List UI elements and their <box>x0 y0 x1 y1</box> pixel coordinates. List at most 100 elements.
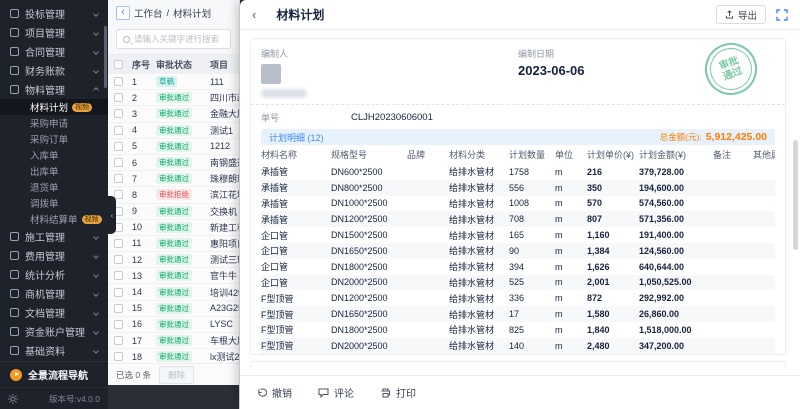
select-all-checkbox[interactable] <box>114 60 123 69</box>
sidebar-submenu-item[interactable]: 调拨单 <box>0 195 108 211</box>
search-area <box>108 26 239 54</box>
cell-category: 给排水管材 <box>449 181 509 194</box>
analytics-icon <box>10 270 19 279</box>
flow-nav-icon <box>10 369 22 381</box>
list-row[interactable]: 3 审批通过 金融大厦采 <box>108 106 239 122</box>
row-checkbox[interactable] <box>114 255 123 264</box>
list-row[interactable]: 7 审批通过 珠穆朗玛峰 <box>108 171 239 187</box>
list-row[interactable]: 8 审批拒绝 滨江花城10 <box>108 187 239 203</box>
list-row[interactable]: 1 草稿 111 <box>108 74 239 90</box>
row-checkbox[interactable] <box>114 288 123 297</box>
row-checkbox[interactable] <box>114 158 123 167</box>
row-checkbox[interactable] <box>114 239 123 248</box>
row-checkbox[interactable] <box>114 304 123 313</box>
cell-name: 企口管 <box>261 229 331 242</box>
row-project: 金融大厦采 <box>210 107 239 120</box>
list-row[interactable]: 6 审批通过 南钢盛达大 <box>108 155 239 171</box>
sidebar-group-item[interactable]: 统计分析 <box>0 265 108 284</box>
row-checkbox[interactable] <box>114 142 123 151</box>
row-status: 审批通过 <box>156 222 210 233</box>
sidebar-groups-bottom: 施工管理 费用管理 统计分析 <box>0 227 108 361</box>
row-checkbox[interactable] <box>114 77 123 86</box>
cell-amount: 26,860.00 <box>639 309 713 319</box>
detail-col-header: 备注 <box>713 148 753 161</box>
sidebar-group-item[interactable]: 商机管理 <box>0 284 108 303</box>
list-row[interactable]: 12 审批通过 测试三环路 <box>108 252 239 268</box>
detail-row: 企口管 DN1800*2500 给排水管材 394 m 1,626 640,64… <box>261 259 775 275</box>
cell-name: 企口管 <box>261 276 331 289</box>
undo-button[interactable]: 撤销 <box>256 385 292 400</box>
sidebar-submenu-item[interactable]: 采购申请 <box>0 115 108 131</box>
row-checkbox[interactable] <box>114 271 123 280</box>
row-checkbox[interactable] <box>114 336 123 345</box>
detail-scrollbar[interactable] <box>793 140 798 250</box>
list-row[interactable]: 10 审批通过 新建工程-项 <box>108 220 239 236</box>
fullscreen-icon[interactable] <box>776 9 788 21</box>
list-row[interactable]: 5 审批通过 1212 <box>108 139 239 155</box>
sidebar-group-item[interactable]: 物料管理 <box>0 80 108 99</box>
list-row[interactable]: 17 审批通过 车根大厦 <box>108 333 239 349</box>
cell-category: 给排水管材 <box>449 197 509 210</box>
cell-spec: DN1200*2500 <box>331 214 407 224</box>
list-row[interactable]: 4 审批通过 测试1 <box>108 123 239 139</box>
sidebar-collapse-handle[interactable]: ‹ <box>108 196 116 234</box>
flow-navigation[interactable]: 全景流程导航 <box>0 361 108 387</box>
sidebar-group-label: 合同管理 <box>25 44 65 59</box>
detail-back-icon[interactable]: ‹ <box>252 7 256 22</box>
row-checkbox[interactable] <box>114 93 123 102</box>
sidebar-item-material-plan[interactable]: 材料计划 视频 <box>0 99 108 115</box>
row-checkbox[interactable] <box>114 109 123 118</box>
search-input[interactable] <box>134 34 224 44</box>
sidebar-group-item[interactable]: 基础资料 <box>0 341 108 360</box>
back-button[interactable]: ‹ <box>116 6 130 20</box>
row-index: 8 <box>132 190 156 200</box>
sidebar-submenu-item[interactable]: 入库单 <box>0 147 108 163</box>
sidebar-group-item[interactable]: 合同管理 <box>0 42 108 61</box>
list-rows: 1 草稿 111 2 审批通过 四川市政项 3 审批通过 金融大厦采 <box>108 74 239 363</box>
sidebar-submenu-item[interactable]: 采购订单 <box>0 131 108 147</box>
list-row[interactable]: 15 审批通过 A23G2511 <box>108 301 239 317</box>
cell-price: 1,160 <box>587 230 639 240</box>
sidebar-scrollbar[interactable] <box>104 26 107 88</box>
cell-name: 承插管 <box>261 181 331 194</box>
cell-qty: 825 <box>509 325 555 335</box>
video-badge: 视频 <box>72 103 92 112</box>
list-row[interactable]: 16 审批通过 LYSC <box>108 317 239 333</box>
breadcrumb-home[interactable]: 工作台 <box>134 6 163 20</box>
list-row[interactable]: 11 审批通过 惠阳项目 <box>108 236 239 252</box>
row-checkbox[interactable] <box>114 126 123 135</box>
row-status: 审批通过 <box>156 173 210 184</box>
list-row[interactable]: 2 审批通过 四川市政项 <box>108 90 239 106</box>
sidebar-groups-top: 投标管理 项目管理 合同管理 <box>0 4 108 99</box>
basedata-icon <box>10 346 19 355</box>
cell-category: 给排水管材 <box>449 339 509 352</box>
sidebar-group-item[interactable]: 项目管理 <box>0 23 108 42</box>
gear-icon[interactable] <box>8 394 18 404</box>
list-row[interactable]: 13 审批通过 官牛牛 <box>108 268 239 284</box>
sidebar-group-item[interactable]: 财务账款 <box>0 61 108 80</box>
sidebar-submenu-item[interactable]: 出库单 <box>0 163 108 179</box>
list-row[interactable]: 18 审批通过 lx测试2 <box>108 349 239 363</box>
row-checkbox[interactable] <box>114 320 123 329</box>
print-button[interactable]: 打印 <box>380 385 416 400</box>
sidebar-group-item[interactable]: 费用管理 <box>0 246 108 265</box>
row-project: 车根大厦 <box>210 334 239 347</box>
delete-button[interactable]: 删除 <box>159 366 194 384</box>
sidebar-item-material-settlement[interactable]: 材料结算单 视频 <box>0 211 108 227</box>
cell-unit: m <box>555 262 587 272</box>
sidebar-submenu-item[interactable]: 退货单 <box>0 179 108 195</box>
row-checkbox[interactable] <box>114 352 123 361</box>
total-value: 5,912,425.00 <box>706 131 767 143</box>
list-row[interactable]: 9 审批通过 交换机 <box>108 204 239 220</box>
export-button[interactable]: 导出 <box>716 5 766 24</box>
detail-header: ‹ 材料计划 导出 <box>240 0 800 30</box>
sidebar-group-label: 统计分析 <box>25 267 65 282</box>
sidebar-group-item[interactable]: 文档管理 <box>0 303 108 322</box>
sidebar-group-item[interactable]: 施工管理 <box>0 227 108 246</box>
chevron-down-icon <box>93 87 99 93</box>
sidebar-group-item[interactable]: 投标管理 <box>0 4 108 23</box>
row-checkbox[interactable] <box>114 174 123 183</box>
sidebar-group-item[interactable]: 资金账户管理 <box>0 322 108 341</box>
comment-button[interactable]: 评论 <box>318 385 354 400</box>
list-row[interactable]: 14 审批通过 培训425 <box>108 284 239 300</box>
